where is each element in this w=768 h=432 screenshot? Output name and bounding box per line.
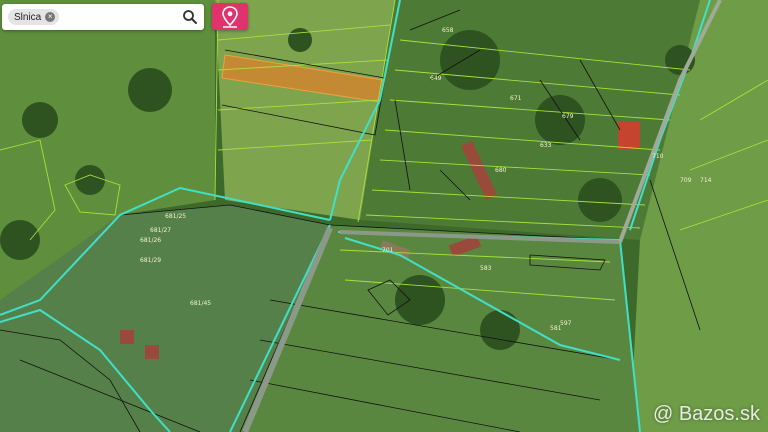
parcel-label: 658 (442, 27, 454, 34)
parcel-label: 633 (540, 142, 552, 149)
search-icon[interactable] (182, 9, 198, 25)
parcel-label: 649 (430, 75, 442, 82)
parcel-label: 671 (510, 95, 522, 102)
close-icon[interactable]: × (45, 12, 56, 22)
search-chip-label: Slnica (14, 11, 42, 23)
parcel-label: 681/45 (190, 300, 211, 307)
parcel-label: 709 (680, 177, 692, 184)
parcel-label: 681/27 (150, 227, 171, 234)
parcel-label: 680 (495, 167, 507, 174)
search-bar[interactable]: Slnica × (2, 4, 204, 30)
parcel-label: 597 (560, 320, 572, 327)
parcel-label: 681/29 (140, 257, 161, 264)
parcel-label: 681/26 (140, 237, 161, 244)
search-chip[interactable]: Slnica × (8, 9, 60, 25)
parcel-label: 714 (700, 177, 712, 184)
parcel-label: 681/25 (165, 213, 186, 220)
parcel-label: 583 (480, 265, 492, 272)
map-canvas[interactable]: 709 681/25 681/27 681/26 681/29 681/45 6… (0, 0, 768, 432)
watermark: @ Bazos.sk (652, 403, 760, 425)
parcel-label: 679 (562, 113, 574, 120)
map-pin-icon (222, 5, 238, 28)
map-pin-button[interactable] (212, 3, 248, 30)
parcel-label: 701 (382, 247, 394, 254)
parcel-label: 710 (652, 153, 664, 160)
